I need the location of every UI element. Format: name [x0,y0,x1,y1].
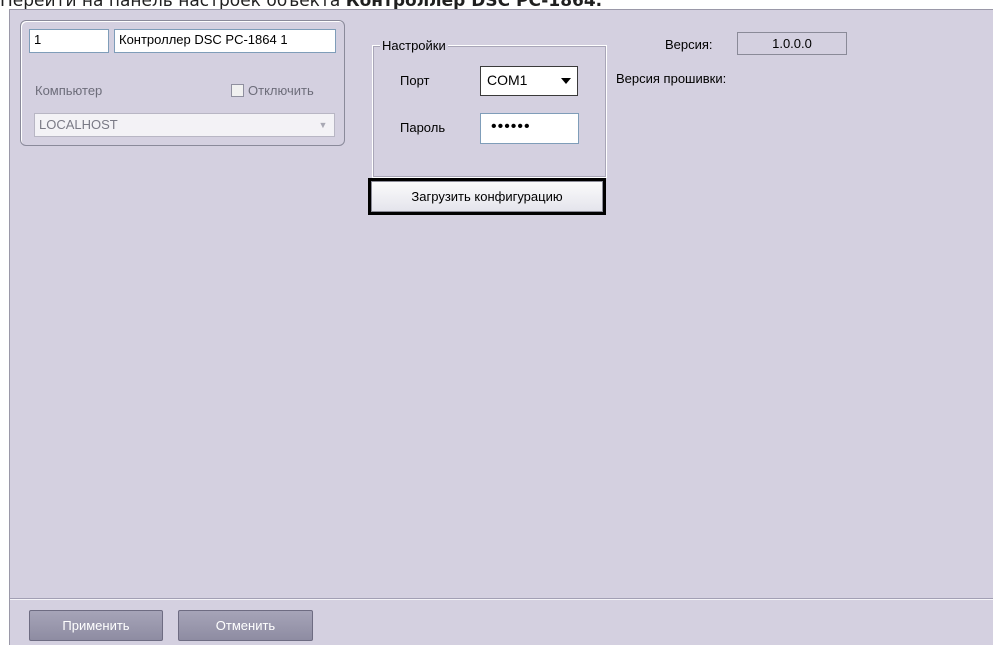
computer-label: Компьютер [35,83,103,98]
password-label: Пароль [400,120,446,135]
cancel-button[interactable]: Отменить [178,610,313,641]
port-select[interactable]: COM1 [480,66,578,96]
computer-select[interactable]: LOCALHOST ▼ [34,113,335,137]
computer-select-value: LOCALHOST [39,117,118,132]
settings-group [372,45,607,178]
apply-button[interactable]: Применить [29,610,163,641]
version-label: Версия: [665,37,713,52]
firmware-version-label: Версия прошивки: [616,71,727,86]
chevron-down-icon: ▼ [318,120,328,130]
password-field[interactable]: •••••• [480,113,579,144]
settings-panel: 1 Контроллер DSC PC-1864 1 Компьютер Отк… [9,9,993,645]
disable-label: Отключить [248,83,314,98]
document-caption: Перейти на панель настроек объекта Контр… [0,0,602,11]
settings-group-title: Настройки [380,38,448,53]
object-panel: 1 Контроллер DSC PC-1864 1 Компьютер Отк… [20,20,345,146]
port-select-value: COM1 [487,72,528,88]
chevron-down-icon [561,78,571,84]
load-configuration-label: Загрузить конфигурацию [371,181,603,212]
footer-divider-highlight [10,599,993,600]
port-label: Порт [400,73,430,88]
disable-checkbox[interactable] [231,84,244,97]
object-id-field[interactable]: 1 [29,29,109,53]
version-value: 1.0.0.0 [737,32,847,55]
load-configuration-button[interactable]: Загрузить конфигурацию [368,178,606,215]
object-name-field[interactable]: Контроллер DSC PC-1864 1 [114,29,336,53]
